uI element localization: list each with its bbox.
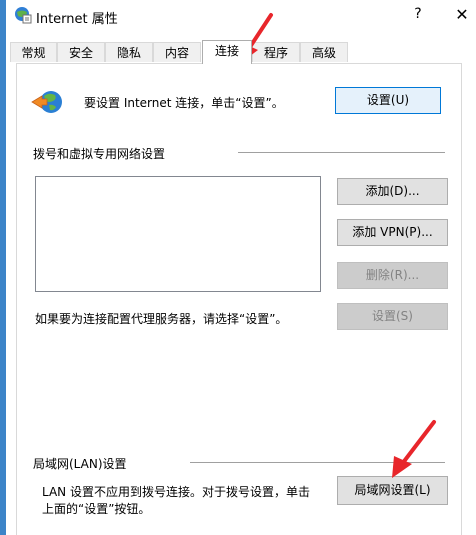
settings-button[interactable]: 设置(S)	[337, 303, 448, 330]
dialup-section-label: 拨号和虚拟专用网络设置	[33, 147, 166, 161]
tab-content[interactable]: 内容	[153, 42, 201, 62]
setup-instruction: 要设置 Internet 连接，单击“设置”。	[84, 96, 284, 110]
add-button[interactable]: 添加(D)...	[337, 178, 448, 205]
tab-general[interactable]: 常规	[10, 42, 57, 62]
proxy-instruction: 如果要为连接配置代理服务器，请选择“设置”。	[35, 312, 288, 326]
tab-connections[interactable]: 连接	[202, 40, 252, 64]
connections-listbox[interactable]	[35, 176, 321, 292]
add-vpn-button[interactable]: 添加 VPN(P)...	[337, 219, 448, 246]
setup-button[interactable]: 设置(U)	[335, 87, 441, 114]
close-button[interactable]: ✕	[453, 5, 471, 25]
lan-settings-button[interactable]: 局域网设置(L)	[337, 476, 448, 505]
background-window-edge	[0, 0, 6, 535]
lan-section-label: 局域网(LAN)设置	[33, 457, 127, 471]
lan-description: LAN 设置不应用到拨号连接。对于拨号设置，单击上面的“设置”按钮。	[42, 485, 310, 516]
dialup-divider	[238, 152, 445, 153]
remove-button[interactable]: 删除(R)...	[337, 262, 448, 289]
window-title: Internet 属性	[36, 12, 118, 27]
annotation-arrow-lan-button	[392, 420, 436, 478]
tab-privacy[interactable]: 隐私	[105, 42, 153, 62]
help-button[interactable]: ?	[409, 6, 427, 26]
tab-security[interactable]: 安全	[57, 42, 105, 62]
tab-advanced[interactable]: 高级	[300, 42, 348, 62]
network-globe-icon	[31, 91, 62, 113]
internet-options-icon	[15, 7, 32, 24]
